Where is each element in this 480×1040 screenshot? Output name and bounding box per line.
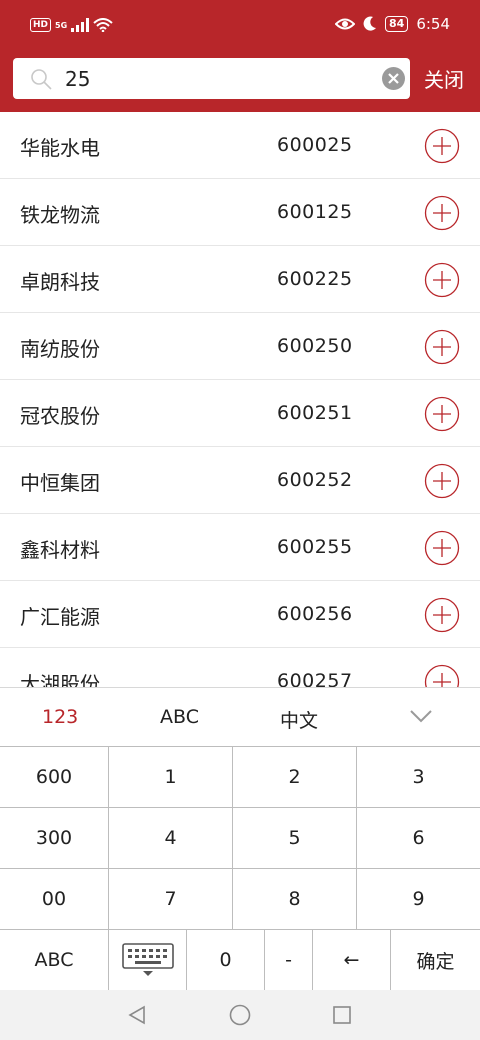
stock-name: 铁龙物流	[20, 203, 100, 227]
stock-code: 600225	[277, 268, 353, 290]
add-icon[interactable]	[424, 329, 460, 365]
close-button[interactable]: 关闭	[424, 64, 464, 93]
results-list: 华能水电 600025 铁龙物流 600125 卓朗科技 600225 南纺股份…	[0, 112, 480, 687]
network-type: 5G	[55, 20, 68, 30]
stock-code: 600256	[277, 603, 353, 625]
key-1[interactable]: 1	[109, 747, 233, 808]
key-2[interactable]: 2	[233, 747, 357, 808]
eye-icon	[335, 18, 355, 30]
keyboard-tabs: 123 ABC 中文	[0, 687, 480, 747]
add-icon[interactable]	[424, 530, 460, 566]
key-300[interactable]: 300	[0, 808, 109, 869]
key-0[interactable]: 0	[187, 930, 265, 991]
key-3[interactable]: 3	[357, 747, 480, 808]
tab-chinese[interactable]: 中文	[280, 706, 318, 733]
stock-name: 中恒集团	[20, 471, 100, 495]
keyboard-hide-button[interactable]	[109, 930, 187, 991]
list-item[interactable]: 鑫科材料 600255	[0, 514, 480, 581]
stock-name: 广汇能源	[20, 605, 100, 629]
key-6[interactable]: 6	[357, 808, 480, 869]
stock-code: 600251	[277, 402, 353, 424]
confirm-key[interactable]: 确定	[391, 930, 480, 991]
list-item[interactable]: 广汇能源 600256	[0, 581, 480, 648]
backspace-key[interactable]: ←	[313, 930, 391, 991]
wifi-icon	[93, 18, 113, 32]
key-4[interactable]: 4	[109, 808, 233, 869]
signal-icon	[71, 18, 90, 32]
list-item[interactable]: 冠农股份 600251	[0, 380, 480, 447]
list-item[interactable]: 中恒集团 600252	[0, 447, 480, 514]
list-item[interactable]: 南纺股份 600250	[0, 313, 480, 380]
search-icon	[31, 69, 52, 90]
add-icon[interactable]	[424, 262, 460, 298]
list-item[interactable]: 大湖股份 600257	[0, 648, 480, 687]
chevron-down-icon[interactable]	[409, 708, 433, 724]
list-item[interactable]: 铁龙物流 600125	[0, 179, 480, 246]
stock-name: 卓朗科技	[20, 270, 100, 294]
list-item[interactable]: 卓朗科技 600225	[0, 246, 480, 313]
tab-123[interactable]: 123	[42, 706, 78, 728]
stock-name: 冠农股份	[20, 404, 100, 428]
navigation-bar	[0, 990, 480, 1040]
stock-code: 600125	[277, 201, 353, 223]
key-8[interactable]: 8	[233, 869, 357, 930]
search-input[interactable]	[65, 58, 375, 99]
stock-code: 600025	[277, 134, 353, 156]
key-9[interactable]: 9	[357, 869, 480, 930]
back-icon[interactable]	[127, 1005, 147, 1025]
stock-code: 600255	[277, 536, 353, 558]
add-icon[interactable]	[424, 463, 460, 499]
key-abc[interactable]: ABC	[0, 930, 109, 991]
moon-icon	[363, 16, 376, 31]
stock-name: 南纺股份	[20, 337, 100, 361]
add-icon[interactable]	[424, 195, 460, 231]
clock: 6:54	[416, 15, 450, 33]
recents-icon[interactable]	[332, 1005, 352, 1025]
hd-badge: HD	[30, 18, 52, 32]
key-600[interactable]: 600	[0, 747, 109, 808]
stock-name: 鑫科材料	[20, 538, 100, 562]
stock-code: 600252	[277, 469, 353, 491]
add-icon[interactable]	[424, 396, 460, 432]
stock-name: 大湖股份	[20, 672, 100, 687]
key-5[interactable]: 5	[233, 808, 357, 869]
status-right: 84 6:54	[335, 15, 450, 33]
search-box[interactable]	[13, 58, 410, 99]
key-dash[interactable]: -	[265, 930, 313, 991]
add-icon[interactable]	[424, 128, 460, 164]
stock-code: 600250	[277, 335, 353, 357]
clear-icon[interactable]	[382, 67, 405, 90]
stock-code: 600257	[277, 670, 353, 687]
key-00[interactable]: 00	[0, 869, 109, 930]
tab-abc[interactable]: ABC	[160, 706, 199, 728]
status-left: HD 5G	[30, 18, 113, 32]
keyboard-icon	[121, 943, 174, 976]
home-icon[interactable]	[229, 1004, 251, 1026]
add-icon[interactable]	[424, 664, 460, 687]
add-icon[interactable]	[424, 597, 460, 633]
key-7[interactable]: 7	[109, 869, 233, 930]
list-item[interactable]: 华能水电 600025	[0, 112, 480, 179]
status-bar: HD 5G 84 6:54	[0, 0, 480, 56]
numeric-keypad: 600 1 2 3 300 4 5 6 00 7 8 9 ABC 0 - ← 确…	[0, 746, 480, 991]
stock-name: 华能水电	[20, 136, 100, 160]
battery-icon: 84	[385, 16, 409, 32]
header-bar: HD 5G 84 6:54 25 关闭	[0, 0, 480, 112]
